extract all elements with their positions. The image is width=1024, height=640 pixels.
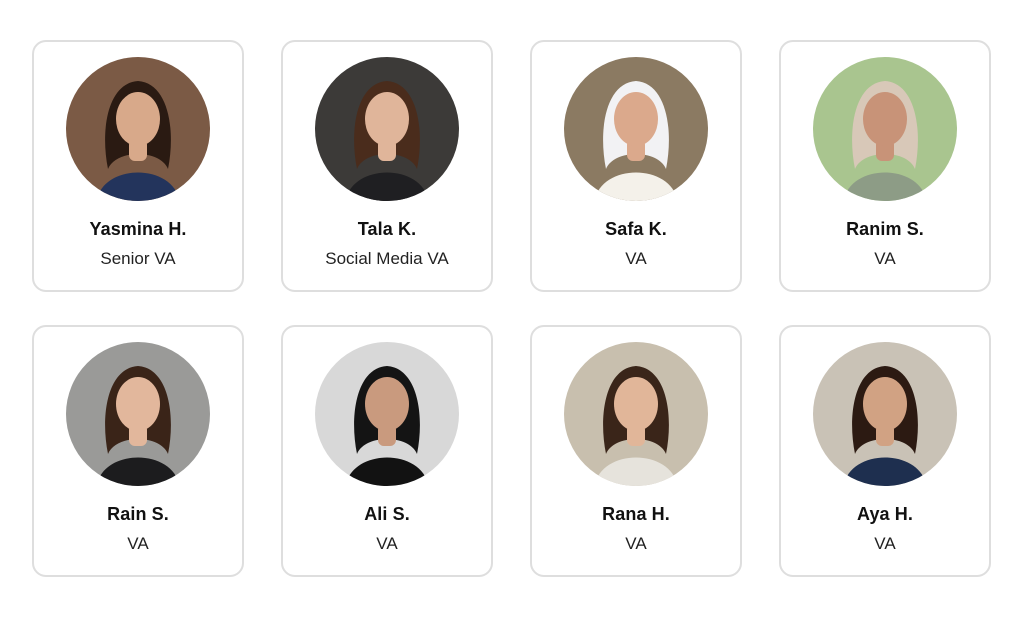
team-member-card[interactable]: Aya H. VA: [779, 325, 991, 577]
member-role: VA: [874, 534, 896, 553]
team-member-card[interactable]: Rana H. VA: [530, 325, 742, 577]
member-role: VA: [127, 534, 149, 553]
team-member-card[interactable]: Ali S. VA: [281, 325, 493, 577]
member-name: Tala K.: [357, 219, 417, 239]
person-photo-icon: [315, 57, 459, 201]
member-name: Ranim S.: [846, 219, 924, 239]
member-name: Rain S.: [107, 504, 169, 524]
person-photo-icon: [66, 342, 210, 486]
team-member-card[interactable]: Tala K. Social Media VA: [281, 40, 493, 292]
member-name: Aya H.: [857, 504, 913, 524]
member-role: VA: [625, 249, 647, 268]
member-role: VA: [625, 534, 647, 553]
person-photo-icon: [813, 342, 957, 486]
member-name: Yasmina H.: [89, 219, 187, 239]
person-photo-icon: [564, 342, 708, 486]
person-photo-icon: [813, 57, 957, 201]
person-photo-icon: [564, 57, 708, 201]
team-member-card[interactable]: Ranim S. VA: [779, 40, 991, 292]
member-role: Social Media VA: [325, 249, 449, 268]
person-photo-icon: [66, 57, 210, 201]
member-name: Ali S.: [364, 504, 410, 524]
team-grid: Yasmina H. Senior VA Tala K. Social Media V…: [32, 40, 992, 577]
member-role: VA: [376, 534, 398, 553]
member-name: Rana H.: [602, 504, 670, 524]
member-role: Senior VA: [100, 249, 176, 268]
person-photo-icon: [315, 342, 459, 486]
team-member-card[interactable]: Yasmina H. Senior VA: [32, 40, 244, 292]
member-role: VA: [874, 249, 896, 268]
team-member-card[interactable]: Rain S. VA: [32, 325, 244, 577]
member-name: Safa K.: [605, 219, 667, 239]
team-member-card[interactable]: Safa K. VA: [530, 40, 742, 292]
